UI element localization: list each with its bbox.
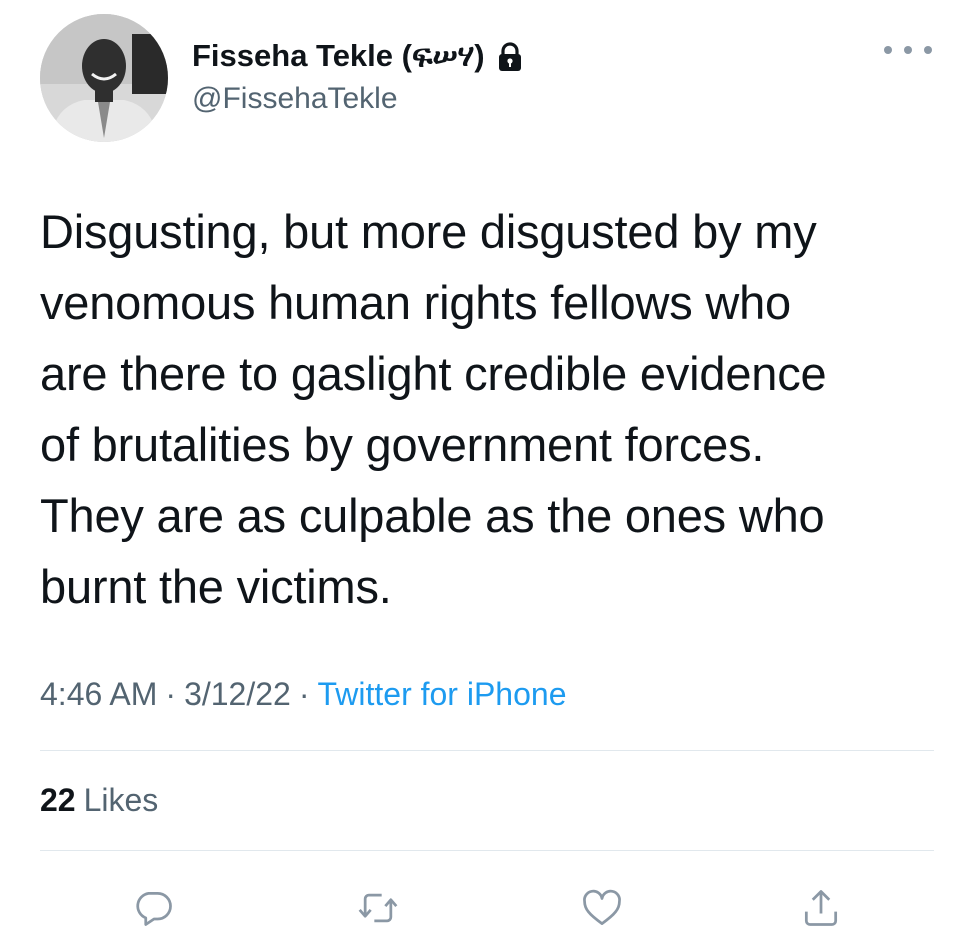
tweet-source-link[interactable]: Twitter for iPhone — [317, 676, 566, 712]
reply-icon — [136, 891, 172, 926]
more-icon-dot — [924, 46, 932, 54]
likes-label: Likes — [83, 782, 159, 818]
more-button[interactable] — [884, 38, 932, 62]
more-icon-dot — [904, 46, 912, 54]
handle[interactable]: @FissehaTekle — [192, 82, 398, 116]
tweet-text-line: of brutalities by government forces. — [40, 418, 765, 471]
like-button[interactable] — [576, 882, 628, 934]
share-button[interactable] — [795, 882, 847, 934]
lock-icon — [495, 41, 525, 73]
tweet-text-line: They are as culpable as the ones who — [40, 489, 825, 542]
avatar-photo — [40, 14, 168, 142]
tweet: Fisseha Tekle (ፍሠሃ) @FissehaTekle Disgus… — [0, 0, 974, 949]
divider — [40, 850, 934, 851]
avatar[interactable] — [40, 14, 168, 142]
tweet-time[interactable]: 4:46 AM — [40, 676, 157, 712]
likes-stat[interactable]: 22 Likes — [40, 782, 158, 819]
reply-button[interactable] — [128, 882, 180, 934]
action-bar — [0, 876, 974, 936]
tweet-meta: 4:46 AM · 3/12/22 · Twitter for iPhone — [40, 676, 566, 713]
tweet-text-line: burnt the victims. — [40, 560, 392, 613]
display-name-text: Fisseha Tekle (ፍሠሃ) — [192, 38, 485, 73]
more-icon-dot — [884, 46, 892, 54]
retweet-icon — [358, 893, 398, 923]
tweet-text-line: are there to gaslight credible evidence — [40, 347, 827, 400]
tweet-text-line: venomous human rights fellows who — [40, 276, 791, 329]
meta-separator: · — [298, 676, 310, 712]
heart-icon — [583, 889, 621, 925]
tweet-text-line: Disgusting, but more disgusted by my — [40, 205, 817, 258]
divider — [40, 750, 934, 751]
likes-count: 22 — [40, 782, 76, 818]
retweet-button[interactable] — [352, 882, 404, 934]
meta-separator: · — [165, 676, 177, 712]
tweet-text: Disgusting, but more disgusted by my ven… — [40, 196, 940, 622]
display-name[interactable]: Fisseha Tekle (ፍሠሃ) — [192, 38, 525, 75]
share-icon — [804, 890, 838, 926]
tweet-date[interactable]: 3/12/22 — [184, 676, 291, 712]
